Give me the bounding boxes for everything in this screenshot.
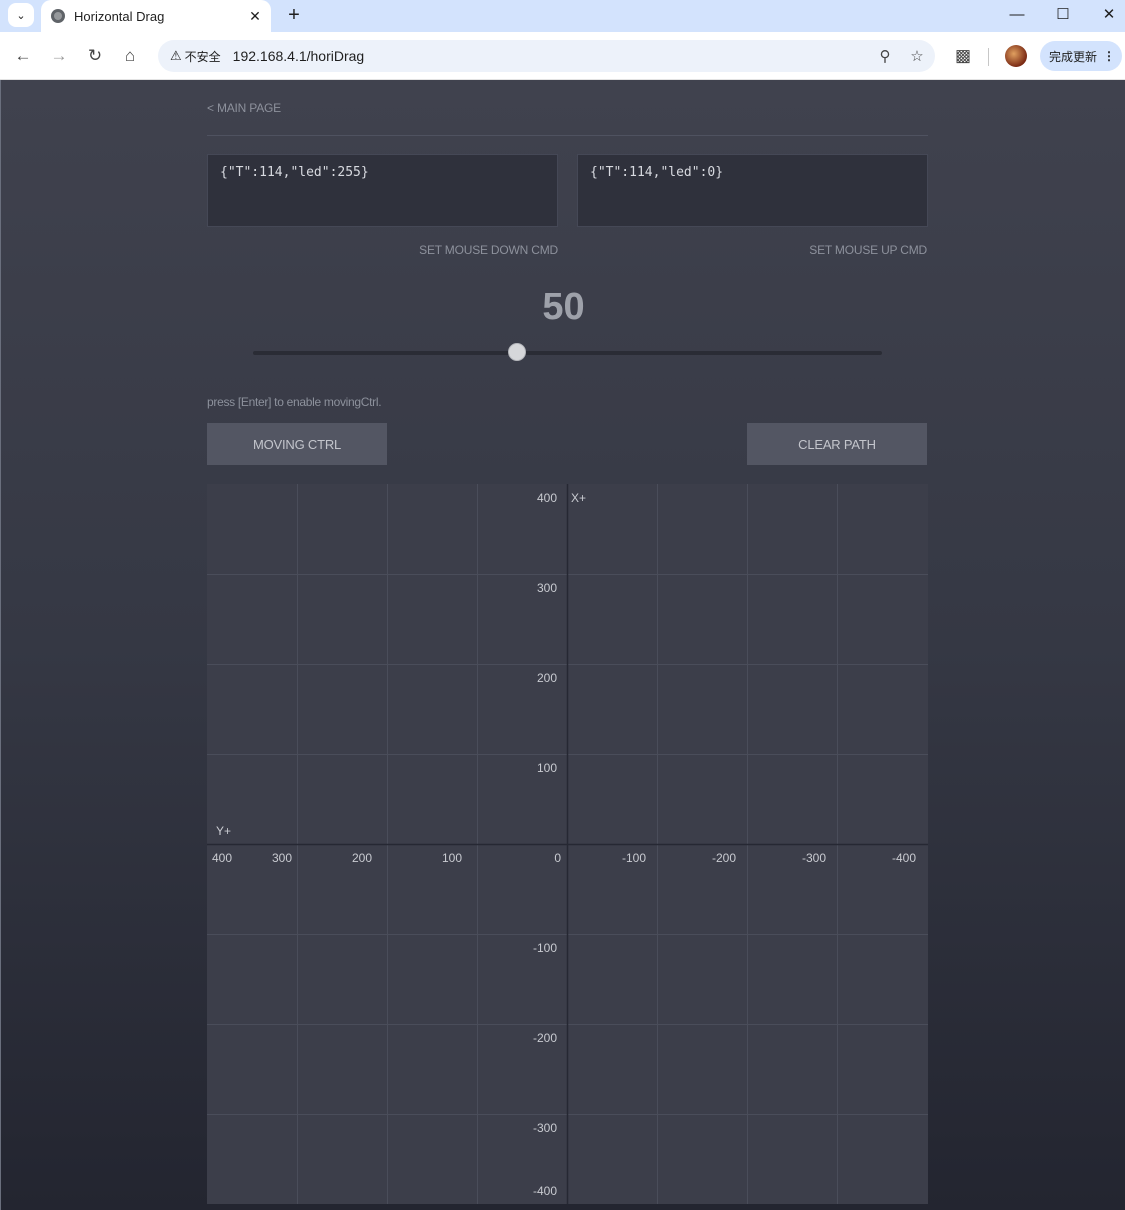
globe-icon [51,9,65,23]
forward-button[interactable]: → [45,42,73,70]
minimize-button[interactable]: — [994,0,1040,28]
page-content: < MAIN PAGE SET MOUSE DOWN CMD SET MOUSE… [0,80,1125,1210]
warning-icon: ⚠ [170,48,182,63]
vertical-tick-label: -200 [532,1031,557,1045]
browser-tab[interactable]: Horizontal Drag ✕ [41,0,271,32]
url-text[interactable]: 192.168.4.1/horiDrag [233,48,871,64]
header-divider [207,135,928,136]
new-tab-button[interactable]: + [282,3,306,27]
drag-grid-canvas[interactable]: X+ Y+ 400 300 200 100 -100 -200 -300 -40… [207,484,928,1204]
main-page-link[interactable]: < MAIN PAGE [207,101,281,115]
browser-tab-bar: ⌄ Horizontal Drag ✕ + — ☐ ✕ [0,0,1125,32]
vertical-tick-label: 100 [536,761,557,775]
tab-title: Horizontal Drag [74,8,165,24]
vertical-tick-label: 300 [536,581,557,595]
close-window-button[interactable]: ✕ [1086,0,1125,28]
horizontal-tick-label: 100 [441,851,462,865]
vertical-tick-label: -300 [532,1121,557,1135]
vertical-tick-label: -100 [532,941,557,955]
grid-lines [207,484,928,1204]
update-button[interactable]: 完成更新 ⋮ [1040,41,1122,71]
browser-toolbar: ← → ↻ ⌂ ⚠ 不安全 192.168.4.1/horiDrag ⚲ ☆ ▩… [0,32,1125,80]
horizontal-tick-label: 0 [554,851,561,865]
slider-value: 50 [542,286,585,328]
y-axis-label: Y+ [216,824,232,838]
bookmark-star-icon[interactable]: ☆ [903,42,931,70]
extensions-icon[interactable]: ▩ [949,42,977,70]
horizontal-tick-label: -300 [801,851,826,865]
set-mouse-down-cmd-button[interactable]: SET MOUSE DOWN CMD [407,243,558,257]
horizontal-tick-label: -200 [711,851,736,865]
horizontal-tick-label: 300 [271,851,292,865]
set-mouse-up-cmd-button[interactable]: SET MOUSE UP CMD [777,243,927,257]
x-axis-label: X+ [571,491,587,505]
vertical-tick-label: 200 [536,671,557,685]
address-bar[interactable]: ⚠ 不安全 192.168.4.1/horiDrag ⚲ ☆ [158,40,935,72]
horizontal-tick-label: -400 [891,851,916,865]
enter-hint: press [Enter] to enable movingCtrl. [207,395,382,409]
speed-slider-thumb[interactable] [508,343,527,361]
home-button[interactable]: ⌂ [116,42,144,70]
mouse-down-cmd-input[interactable] [207,154,558,227]
maximize-button[interactable]: ☐ [1040,0,1086,28]
horizontal-tick-label: 400 [212,851,233,865]
speed-slider-track[interactable] [253,351,882,355]
profile-avatar[interactable] [1005,45,1027,67]
vertical-tick-label: -400 [532,1184,557,1198]
mouse-up-cmd-input[interactable] [577,154,928,227]
clear-path-button[interactable]: CLEAR PATH [747,423,927,465]
vertical-tick-label: 400 [536,491,557,505]
moving-ctrl-button[interactable]: MOVING CTRL [207,423,387,465]
security-label: 不安全 [184,49,221,64]
update-label: 完成更新 [1049,49,1098,64]
zoom-icon[interactable]: ⚲ [871,42,899,70]
back-button[interactable]: ← [9,42,37,70]
reload-button[interactable]: ↻ [81,42,109,70]
tab-search-button[interactable]: ⌄ [8,3,34,27]
horizontal-tick-label: -100 [621,851,646,865]
toolbar-separator [988,48,989,66]
horizontal-tick-label: 200 [351,851,372,865]
close-tab-icon[interactable]: ✕ [245,6,265,26]
chevron-down-icon: ⌄ [16,9,26,22]
security-chip[interactable]: ⚠ 不安全 [166,44,229,68]
more-menu-icon[interactable]: ⋮ [1103,49,1115,63]
